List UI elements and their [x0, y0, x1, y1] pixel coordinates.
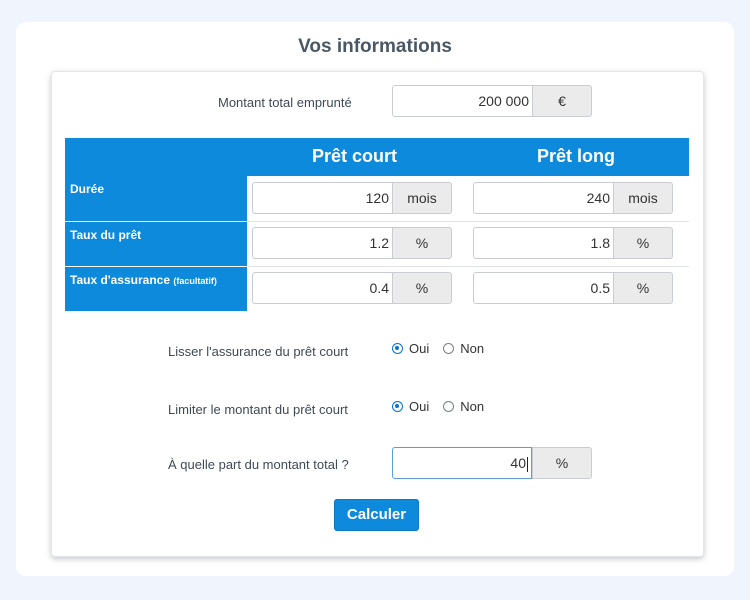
part-montant-unit: % [532, 447, 592, 479]
lisser-assurance-radio-group: Oui Non [392, 341, 498, 356]
total-amount-field: 200 000 € [392, 85, 592, 117]
limiter-non-option[interactable]: Non [443, 399, 484, 414]
total-amount-input[interactable]: 200 000 [392, 85, 532, 117]
lisser-non-option[interactable]: Non [443, 341, 484, 356]
part-montant-field: 40 % [392, 447, 592, 479]
limiter-montant-label: Limiter le montant du prêt court [168, 402, 348, 417]
duree-long-field: 240 mois [473, 182, 673, 214]
part-montant-value: 40 [510, 455, 526, 471]
assurance-long-unit: % [613, 272, 673, 304]
assurance-court-field: 0.4 % [252, 272, 452, 304]
row-label-text: Taux du prêt [70, 228, 142, 242]
radio-unselected[interactable] [443, 401, 455, 412]
row-label-text: Taux d'assurance [70, 273, 171, 287]
total-amount-unit: € [532, 85, 592, 117]
assurance-court-unit: % [392, 272, 452, 304]
taux-long-field: 1.8 % [473, 227, 673, 259]
radio-label: Non [460, 341, 485, 356]
duree-long-input[interactable]: 240 [473, 182, 613, 214]
duree-long-unit: mois [613, 182, 673, 214]
assurance-long-field: 0.5 % [473, 272, 673, 304]
taux-long-input[interactable]: 1.8 [473, 227, 613, 259]
row-divider [247, 266, 689, 267]
text-caret [527, 456, 528, 472]
loan-table-header: Prêt court Prêt long [65, 138, 689, 176]
radio-label: Oui [409, 399, 430, 414]
duree-court-unit: mois [392, 182, 452, 214]
radio-selected[interactable] [392, 401, 403, 412]
total-amount-label: Montant total emprunté [218, 95, 352, 110]
limiter-oui-option[interactable]: Oui [392, 399, 429, 414]
form-card: Montant total emprunté 200 000 € Prêt co… [51, 71, 704, 557]
row-label-assurance: Taux d'assurance (facultatif) [65, 267, 247, 311]
assurance-court-input[interactable]: 0.4 [252, 272, 392, 304]
part-montant-label: À quelle part du montant total ? [168, 457, 349, 472]
row-label-duree: Durée [65, 176, 247, 221]
row-label-taux: Taux du prêt [65, 222, 247, 266]
taux-court-unit: % [392, 227, 452, 259]
lisser-oui-option[interactable]: Oui [392, 341, 429, 356]
col-pret-court: Prêt court [312, 146, 398, 166]
row-label-note: (facultatif) [173, 276, 217, 286]
duree-court-input[interactable]: 120 [252, 182, 392, 214]
radio-label: Oui [409, 341, 430, 356]
part-montant-input[interactable]: 40 [392, 447, 532, 479]
assurance-long-input[interactable]: 0.5 [473, 272, 613, 304]
taux-court-input[interactable]: 1.2 [252, 227, 392, 259]
row-label-text: Durée [70, 182, 105, 196]
row-divider [247, 221, 689, 222]
radio-unselected[interactable] [443, 343, 455, 354]
form-container: Vos informations Montant total emprunté … [16, 22, 734, 576]
page-title: Vos informations [298, 36, 452, 57]
taux-court-field: 1.2 % [252, 227, 452, 259]
lisser-assurance-label: Lisser l'assurance du prêt court [168, 344, 349, 359]
radio-label: Non [460, 399, 485, 414]
col-pret-long: Prêt long [537, 146, 616, 166]
taux-long-unit: % [613, 227, 673, 259]
radio-selected[interactable] [392, 343, 403, 354]
limiter-montant-radio-group: Oui Non [392, 399, 498, 414]
calculer-button[interactable]: Calculer [334, 499, 419, 531]
duree-court-field: 120 mois [252, 182, 452, 214]
